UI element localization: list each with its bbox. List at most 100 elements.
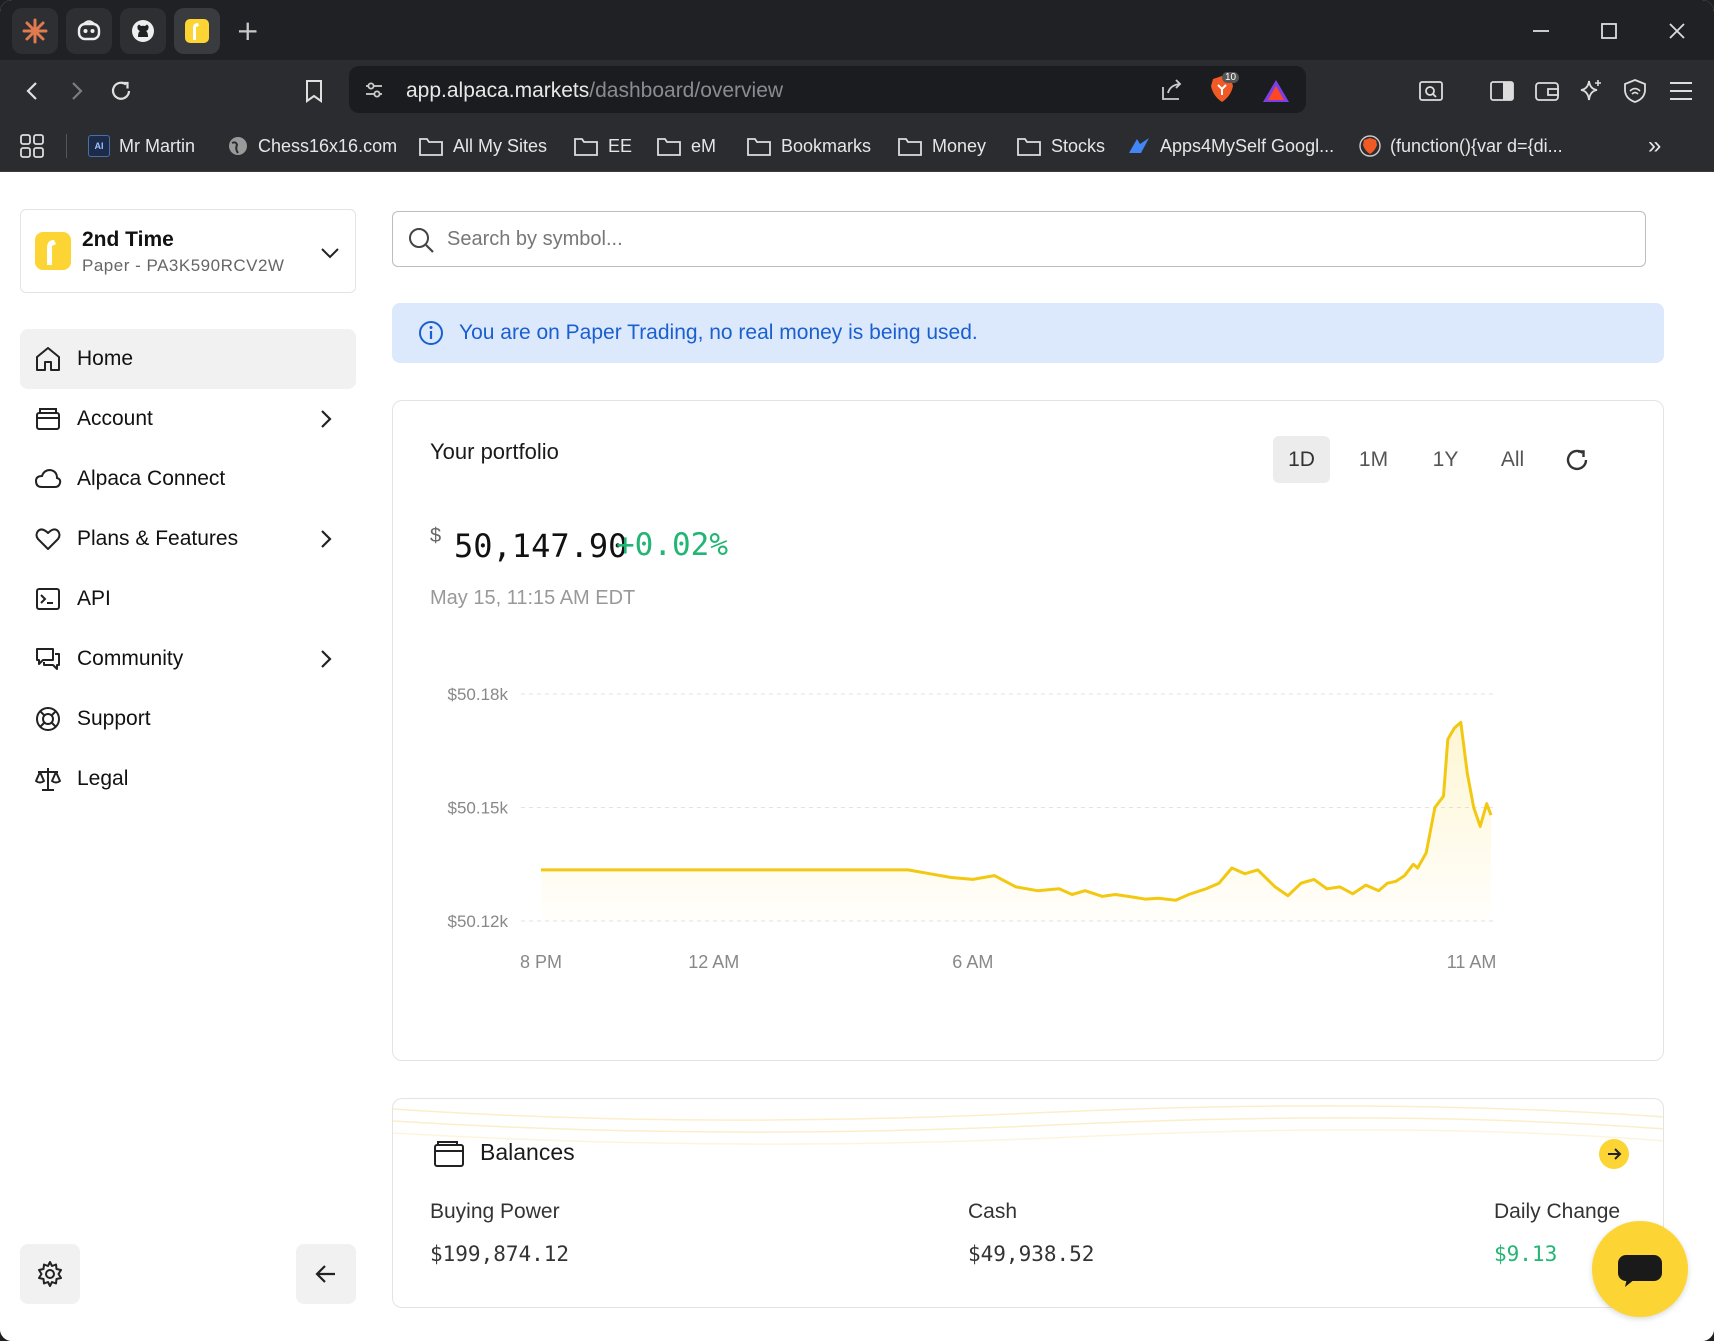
portfolio-timestamp: May 15, 11:15 AM EDT (430, 587, 636, 609)
close-icon (1669, 23, 1685, 39)
wallet-button[interactable] (1530, 74, 1564, 108)
brave-lion-icon (1359, 135, 1381, 157)
sidebar-item-label: Support (77, 707, 151, 730)
chat-icon (36, 648, 60, 670)
leo-ai-button[interactable] (1574, 74, 1608, 108)
portfolio-value: 50,147.90 (454, 527, 628, 565)
reload-button[interactable] (104, 74, 138, 108)
bookmark-item[interactable]: (function(){var d={di... (1359, 132, 1563, 160)
menu-button[interactable] (1664, 74, 1698, 108)
reader-mode-button[interactable] (1414, 74, 1448, 108)
folder-icon (574, 138, 598, 156)
bookmark-folder[interactable]: Bookmarks (746, 132, 871, 160)
chat-support-button[interactable] (1592, 1221, 1688, 1317)
chart-x-axis: 8 PM 12 AM 6 AM 11 AM (520, 952, 1496, 972)
sidebar-item-account[interactable]: Account (20, 389, 356, 449)
home-icon (36, 347, 60, 371)
sidebar-item-plans-features[interactable]: Plans & Features (20, 509, 356, 569)
currency-symbol: $ (430, 525, 442, 547)
balances-details-button[interactable] (1599, 1139, 1629, 1169)
shields-count-badge: 10 (1222, 72, 1240, 83)
back-button[interactable] (16, 74, 50, 108)
cash-value: $49,938.52 (968, 1242, 1095, 1266)
bookmark-label: Chess16x16.com (258, 135, 398, 156)
symbol-search[interactable] (392, 211, 1646, 267)
sidebar-item-support[interactable]: Support (20, 689, 356, 749)
address-bar[interactable]: app.alpaca.markets/dashboard/overview 10 (349, 66, 1306, 113)
vpn-button[interactable] (1618, 74, 1652, 108)
range-button-1y[interactable]: 1Y (1417, 436, 1474, 483)
search-input[interactable] (447, 224, 1627, 254)
account-selector[interactable]: 2nd Time Paper - PA3K590RCV2W (20, 209, 356, 293)
bookmarks-divider (66, 134, 67, 158)
tab-alpaca[interactable] (174, 8, 220, 54)
close-window-button[interactable] (1660, 16, 1694, 46)
sidebar-item-alpaca-connect[interactable]: Alpaca Connect (20, 449, 356, 509)
cloud-icon (34, 468, 62, 488)
bookmark-folder[interactable]: Stocks (1016, 132, 1105, 160)
x-tick-label: 6 AM (952, 952, 993, 972)
bookmark-label: Stocks (1051, 135, 1106, 156)
arrow-left-icon (26, 82, 37, 100)
forward-button[interactable] (59, 74, 93, 108)
bookmark-label: Apps4MySelf Googl... (1160, 135, 1335, 156)
maximize-button[interactable] (1592, 16, 1626, 46)
brave-shields-button[interactable]: 10 (1209, 72, 1241, 106)
folder-icon (419, 138, 443, 156)
bookmark-folder[interactable]: EE (573, 132, 632, 160)
bookmarks-bar: AI Mr Martin Chess16x16.com All My Sites … (0, 120, 1714, 172)
account-separator: - (135, 256, 142, 275)
settings-button[interactable] (20, 1244, 80, 1304)
bookmark-item[interactable]: AI Mr Martin (88, 132, 195, 160)
new-tab-button[interactable]: + (236, 14, 259, 47)
range-button-1m[interactable]: 1M (1345, 436, 1402, 483)
balances-title: Balances (480, 1139, 575, 1165)
sidebar-toggle-button[interactable] (1485, 74, 1519, 108)
portfolio-change: +0.02% (616, 527, 728, 563)
terminal-icon (36, 588, 60, 610)
bookmark-folder[interactable]: eM (656, 132, 716, 160)
refresh-button[interactable] (1552, 436, 1602, 483)
chevron-double-right-icon: » (1648, 132, 1662, 159)
portfolio-chart: $50.18k $50.15k $50.12k 8 PM 12 AM 6 AM 11 AM (448, 685, 1497, 972)
sparkle-icon (22, 18, 48, 44)
bookmark-folder[interactable]: All My Sites (418, 132, 547, 160)
lifebuoy-icon (36, 707, 60, 731)
tab-github[interactable] (120, 8, 166, 54)
bookmark-label: All My Sites (453, 135, 548, 156)
bookmark-label: Money (932, 135, 987, 156)
shield-icon (1624, 79, 1646, 103)
bookmark-item[interactable]: Apps4MySelf Googl... (1127, 132, 1334, 160)
y-tick-label: $50.12k (448, 912, 509, 931)
more-bookmarks-button[interactable]: » (1648, 132, 1661, 160)
bookmark-label: EE (608, 135, 633, 156)
chevron-right-icon (321, 410, 332, 428)
tab-claude[interactable] (12, 8, 58, 54)
apps-script-icon (1129, 138, 1149, 153)
apps-button[interactable] (19, 132, 45, 160)
bookmark-item[interactable]: Chess16x16.com (227, 132, 397, 160)
folder-icon (1017, 138, 1041, 156)
brave-rewards-icon[interactable] (1262, 78, 1290, 104)
arrow-left-icon (315, 1265, 335, 1283)
reload-icon (111, 81, 131, 100)
tab-copilot[interactable] (66, 8, 112, 54)
collapse-sidebar-button[interactable] (296, 1244, 356, 1304)
url-host: app.alpaca.markets (406, 79, 590, 102)
globe-icon (229, 137, 247, 155)
range-button-all[interactable]: All (1484, 436, 1541, 483)
range-button-1d[interactable]: 1D (1273, 436, 1330, 483)
sidebar-item-home[interactable]: Home (20, 329, 356, 389)
chat-bubble-icon (1618, 1255, 1662, 1287)
sidebar-item-label: Account (77, 407, 153, 430)
x-tick-label: 11 AM (1447, 952, 1497, 972)
bookmark-folder[interactable]: Money (897, 132, 986, 160)
sidebar-item-community[interactable]: Community (20, 629, 356, 689)
minimize-button[interactable] (1524, 16, 1558, 46)
sidebar-item-api[interactable]: API (20, 569, 356, 629)
y-tick-label: $50.15k (448, 799, 509, 818)
sidebar-item-legal[interactable]: Legal (20, 749, 356, 809)
bookmark-page-button[interactable] (297, 74, 331, 108)
decorative-waves (393, 1105, 1663, 1145)
folder-icon (657, 138, 681, 156)
